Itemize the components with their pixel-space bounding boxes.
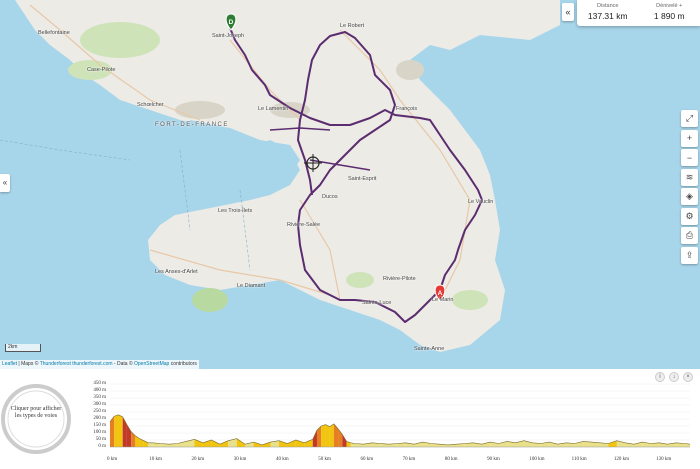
distance-stat: Distance 137.31 km xyxy=(577,0,639,26)
zoom-in-icon[interactable]: + xyxy=(681,129,698,147)
place-ducos: Ducos xyxy=(322,194,338,200)
distance-label: Distance xyxy=(597,3,619,9)
profile-segment xyxy=(414,442,423,447)
profile-segment xyxy=(329,423,334,447)
urban-area xyxy=(396,60,424,80)
forest-area xyxy=(192,288,228,312)
profile-segment xyxy=(245,442,254,447)
elevation-stat: Dénivelé + 1 890 m xyxy=(639,0,700,26)
forest-area xyxy=(452,290,488,310)
profile-segment xyxy=(633,442,643,447)
fullscreen-icon[interactable]: ⤢ xyxy=(681,110,698,127)
route-stats-panel: Distance 137.31 km Dénivelé + 1 890 m xyxy=(577,0,700,26)
forest-area xyxy=(346,272,374,288)
profile-segment xyxy=(295,440,305,447)
profile-segment xyxy=(278,440,288,447)
place-les-trois-ilets: Les Trois-Îlets xyxy=(218,208,253,214)
thunderforest-link[interactable]: Thunderforest xyxy=(40,361,71,367)
thunderforest-site-link[interactable]: thunderforest.com xyxy=(72,361,112,367)
elevation-label: Dénivelé + xyxy=(656,3,683,9)
place-fort-de-france: FORT-DE-FRANCE xyxy=(155,122,229,128)
elevation-chart[interactable] xyxy=(0,369,700,469)
place-sainte-anne: Sainte-Anne xyxy=(414,346,445,352)
urban-area xyxy=(175,101,225,119)
place-le-diamant: Le Diamant xyxy=(237,283,266,289)
overlay-icon[interactable]: ◈ xyxy=(681,188,698,205)
start-marker-label: D xyxy=(229,19,234,26)
settings-icon[interactable]: ⚙ xyxy=(681,207,698,225)
profile-segment xyxy=(321,424,326,447)
place-saint-joseph: Saint-Joseph xyxy=(212,33,245,39)
end-marker-label: A xyxy=(438,290,443,297)
contributors-text: contributors xyxy=(169,361,197,367)
profile-segment xyxy=(194,439,203,447)
profile-segment xyxy=(608,440,617,447)
forest-area xyxy=(80,22,160,58)
place-schoelcher: Schœlcher xyxy=(137,102,164,108)
share-icon[interactable]: ⇪ xyxy=(681,246,698,264)
profile-segment xyxy=(148,442,153,447)
data-text: - Data © xyxy=(112,361,135,367)
profile-segment xyxy=(202,440,212,447)
profile-segment xyxy=(481,442,491,447)
profile-segment xyxy=(287,440,296,447)
terrain: D A xyxy=(0,0,560,352)
collapse-panel-button[interactable]: « xyxy=(562,3,574,21)
print-icon[interactable]: ⎙ xyxy=(681,227,698,244)
place-le-lamentin: Le Lamentin xyxy=(258,106,289,112)
distance-value: 137.31 km xyxy=(587,11,628,21)
map-toolbar: ⤢ + − ≋ ◈ ⚙ ⎙ ⇪ xyxy=(681,110,698,266)
place-sainte-luce: Sainte-Luce xyxy=(362,300,392,306)
zoom-out-icon[interactable]: − xyxy=(681,149,698,166)
profile-segment xyxy=(333,423,339,447)
profile-segment xyxy=(118,414,123,447)
elevation-value: 1 890 m xyxy=(653,11,685,21)
place-saint-esprit: Saint-Esprit xyxy=(348,176,377,182)
profile-segment xyxy=(325,424,330,447)
map[interactable]: D A Saint-Joseph Le Robert Bellefontaine… xyxy=(0,0,700,369)
place-le-francois: François xyxy=(396,106,418,112)
profile-segment xyxy=(304,439,313,447)
osm-link[interactable]: OpenStreetMap xyxy=(134,361,169,367)
scale-bar: 2km xyxy=(5,344,41,352)
profile-segment xyxy=(549,442,558,447)
maps-text: | Maps © xyxy=(17,361,40,367)
place-bellefontaine: Bellefontaine xyxy=(38,30,70,36)
place-le-robert: Le Robert xyxy=(340,23,365,29)
profile-segment xyxy=(114,414,119,447)
profile-segment xyxy=(122,416,127,447)
place-riviere-pilote: Rivière-Pilote xyxy=(383,276,416,282)
place-case-pilote: Case-Pilote xyxy=(87,67,116,73)
place-le-vauclin: Le Vauclin xyxy=(468,199,494,205)
profile-outline xyxy=(109,414,691,446)
place-le-marin: Le Marin xyxy=(432,297,454,303)
map-attribution: Leaflet | Maps © Thunderforest thunderfo… xyxy=(0,360,199,369)
place-les-anses-d-arlet: Les Anses-d'Arlet xyxy=(155,269,198,275)
crosshair-icon xyxy=(304,154,322,172)
expand-sidebar-button[interactable]: « xyxy=(0,174,10,192)
layers-icon[interactable]: ≋ xyxy=(681,168,698,186)
leaflet-link[interactable]: Leaflet xyxy=(2,361,17,367)
place-riviere-salee: Rivière-Salée xyxy=(287,222,321,228)
